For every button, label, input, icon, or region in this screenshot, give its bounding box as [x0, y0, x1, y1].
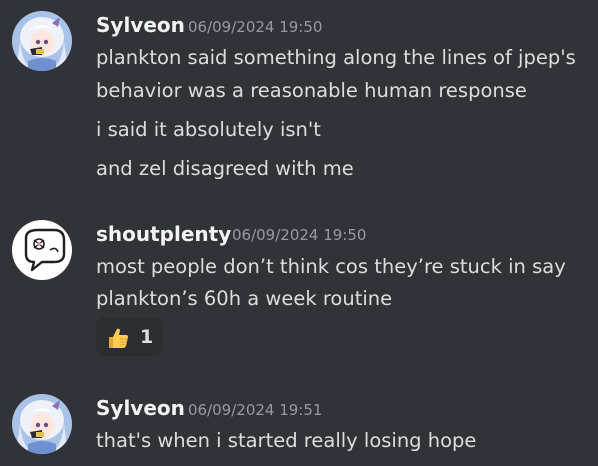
message-author[interactable]: Sylveon	[96, 395, 185, 421]
avatar[interactable]	[12, 394, 72, 454]
anime-avatar-icon	[12, 11, 72, 71]
message-text: and zel disagreed with me	[96, 157, 354, 180]
thumbs-up-icon	[109, 328, 128, 348]
avatar[interactable]	[12, 11, 72, 71]
reaction-thumbs-up[interactable]: 1	[96, 318, 162, 356]
message-text: most people don’t think cos they’re stuc…	[96, 255, 566, 278]
message-timestamp: 06/09/2024 19:50	[232, 226, 367, 244]
speech-bubble-doodle-icon	[12, 220, 72, 280]
message-text: that's when i started really losing hope	[96, 429, 477, 452]
message-text: plankton said something along the lines …	[96, 46, 576, 69]
message-timestamp: 06/09/2024 19:50	[188, 18, 323, 36]
message-timestamp: 06/09/2024 19:51	[188, 401, 323, 419]
message-author[interactable]: shoutplenty	[96, 221, 231, 247]
message-text: plankton’s 60h a week routine	[96, 287, 393, 310]
reaction-count: 1	[140, 326, 154, 348]
message-text: behavior was a reasonable human response	[96, 79, 527, 102]
message-author[interactable]: Sylveon	[96, 12, 185, 38]
chat-message-list: Sylveon 06/09/2024 19:50 plankton said s…	[0, 0, 598, 466]
anime-avatar-icon	[12, 394, 72, 454]
message-text: i said it absolutely isn't	[96, 118, 321, 141]
avatar[interactable]	[12, 220, 72, 280]
